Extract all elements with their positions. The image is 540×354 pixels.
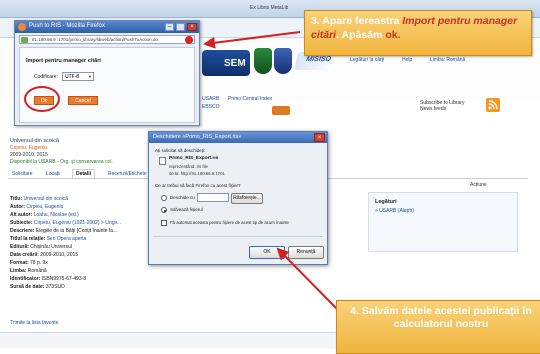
callout-step3: 3. Apare fereastra Import pentru manager… xyxy=(304,10,532,56)
step3-ok: ok. xyxy=(385,29,401,41)
callout-step4: 4. Salvăm datele acestei publicații în c… xyxy=(336,300,540,354)
step3-suffix: . Apăsăm xyxy=(336,29,386,41)
step3-prefix: 3. Apare fereastra xyxy=(311,15,403,27)
arrow-to-popup xyxy=(203,31,301,49)
step4-text: 4. Salvăm datele acestei publicații în c… xyxy=(350,305,532,330)
arrow-to-ok xyxy=(276,247,339,311)
